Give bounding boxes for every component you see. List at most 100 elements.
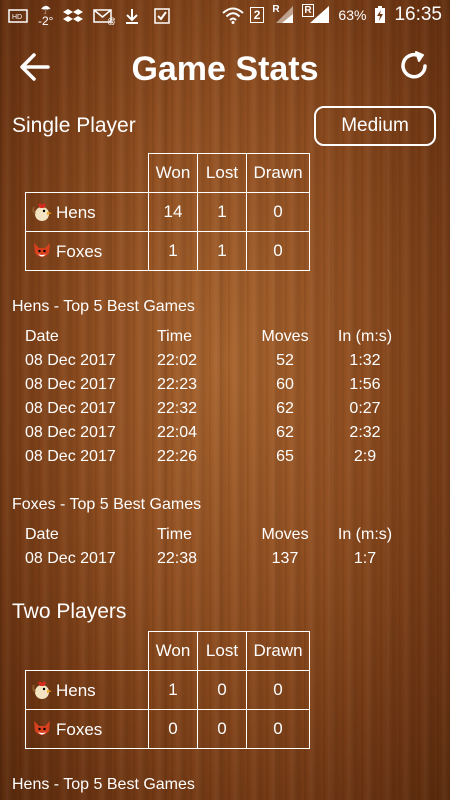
signal-strength-2: R: [302, 4, 330, 24]
game-moves: 62: [276, 400, 294, 417]
game-moves: 137: [271, 550, 299, 567]
difficulty-button[interactable]: Medium: [314, 106, 436, 146]
temperature: -2°: [38, 14, 54, 28]
game-duration: 1:56: [349, 376, 381, 393]
svg-text:HD: HD: [12, 14, 22, 21]
game-duration: 1:7: [353, 550, 377, 567]
game-date: 08 Dec 2017: [25, 376, 116, 393]
two-players-title: Two Players: [12, 600, 127, 623]
battery-percentage: 63%: [338, 7, 367, 23]
game-duration: 0:27: [349, 400, 381, 417]
game-duration: 1:32: [349, 352, 381, 369]
header-drawn: Drawn: [246, 631, 310, 671]
player-cell: Hens: [25, 192, 149, 232]
won-value: 1: [148, 231, 198, 271]
game-date: 08 Dec 2017: [25, 424, 116, 441]
game-row: 08 Dec 2017 22:04 62 2:32: [25, 424, 425, 448]
drawn-value: 0: [246, 192, 310, 232]
signal-strength: R: [272, 4, 294, 24]
header-won: Won: [148, 153, 198, 193]
svg-text:@: @: [107, 16, 115, 25]
hen-icon: [32, 680, 52, 700]
drawn-value: 0: [246, 231, 310, 271]
foxes-top-games-list: Date Time Moves In (m:s) 08 Dec 2017 22:…: [25, 526, 425, 574]
drawn-value: 0: [246, 670, 310, 710]
game-duration: 2:32: [349, 424, 381, 441]
table-corner: [26, 632, 149, 671]
hens-top-games-list: Date Time Moves In (m:s) 08 Dec 2017 22:…: [25, 328, 425, 472]
won-value: 14: [148, 192, 198, 232]
player-cell: Foxes: [25, 709, 149, 749]
game-date: 08 Dec 2017: [25, 352, 116, 369]
lost-value: 0: [197, 670, 247, 710]
game-row: 08 Dec 2017 22:26 65 2:9: [25, 448, 425, 472]
status-bar: HD ☂ -2° @ 2 R R 63%: [0, 0, 450, 30]
game-time: 22:26: [157, 448, 198, 465]
game-moves: 65: [276, 448, 294, 465]
games-header-row: Date Time Moves In (m:s): [25, 526, 425, 550]
download-icon: [123, 7, 143, 25]
lost-value: 1: [197, 231, 247, 271]
hen-icon: [32, 202, 52, 222]
column-time: Time: [157, 328, 192, 345]
column-date: Date: [25, 328, 59, 345]
fox-icon: [32, 241, 52, 261]
player-name: Hens: [56, 680, 96, 700]
header-lost: Lost: [197, 631, 247, 671]
game-date: 08 Dec 2017: [25, 448, 116, 465]
app-bar: Game Stats: [0, 40, 450, 96]
foxes-top-games-title: Foxes - Top 5 Best Games: [12, 496, 202, 513]
player-cell: Foxes: [25, 231, 149, 271]
hd-icon: HD: [8, 7, 28, 25]
game-duration: 2:9: [353, 448, 377, 465]
single-player-stats-table: Won Lost Drawn Hens 14 1 0 Foxes 1 1 0: [25, 153, 310, 271]
header-won: Won: [148, 631, 198, 671]
hens-top-games-title: Hens - Top 5 Best Games: [12, 298, 195, 315]
table-row: Foxes 1 1 0: [25, 231, 310, 271]
table-corner: [26, 154, 149, 193]
won-value: 0: [148, 709, 198, 749]
column-duration: In (m:s): [337, 328, 393, 345]
game-time: 22:32: [157, 400, 198, 417]
player-name: Foxes: [56, 719, 103, 739]
fox-icon: [32, 719, 52, 739]
table-row: Hens 14 1 0: [25, 192, 310, 232]
check-app-icon: [153, 7, 173, 25]
page-title: Game Stats: [131, 50, 319, 88]
weather-indicator: ☂ -2°: [38, 4, 54, 28]
dropbox-icon: [63, 7, 84, 25]
player-name: Foxes: [56, 241, 103, 261]
game-time: 22:23: [157, 376, 198, 393]
game-moves: 52: [276, 352, 294, 369]
single-player-title: Single Player: [12, 114, 136, 137]
game-time: 22:02: [157, 352, 198, 369]
two-players-hens-top-games-title: Hens - Top 5 Best Games: [12, 776, 195, 793]
column-time: Time: [157, 526, 192, 543]
sim-badge: 2: [249, 7, 265, 23]
game-time: 22:38: [157, 550, 198, 567]
header-lost: Lost: [197, 153, 247, 193]
game-time: 22:04: [157, 424, 198, 441]
refresh-button[interactable]: [396, 48, 432, 84]
column-date: Date: [25, 526, 59, 543]
lost-value: 0: [197, 709, 247, 749]
column-duration: In (m:s): [337, 526, 393, 543]
wifi-icon: [222, 6, 244, 24]
battery-charging-icon: [374, 6, 386, 24]
header-drawn: Drawn: [246, 153, 310, 193]
column-moves: Moves: [261, 328, 309, 345]
game-date: 08 Dec 2017: [25, 400, 116, 417]
game-row: 08 Dec 2017 22:23 60 1:56: [25, 376, 425, 400]
won-value: 1: [148, 670, 198, 710]
game-moves: 60: [276, 376, 294, 393]
table-row: Hens 1 0 0: [25, 670, 310, 710]
games-header-row: Date Time Moves In (m:s): [25, 328, 425, 352]
player-name: Hens: [56, 202, 96, 222]
game-date: 08 Dec 2017: [25, 550, 116, 567]
player-cell: Hens: [25, 670, 149, 710]
two-players-stats-table: Won Lost Drawn Hens 1 0 0 Foxes 0 0 0: [25, 631, 310, 749]
game-row: 08 Dec 2017 22:02 52 1:32: [25, 352, 425, 376]
column-moves: Moves: [261, 526, 309, 543]
refresh-icon: [401, 51, 427, 79]
game-moves: 62: [276, 424, 294, 441]
